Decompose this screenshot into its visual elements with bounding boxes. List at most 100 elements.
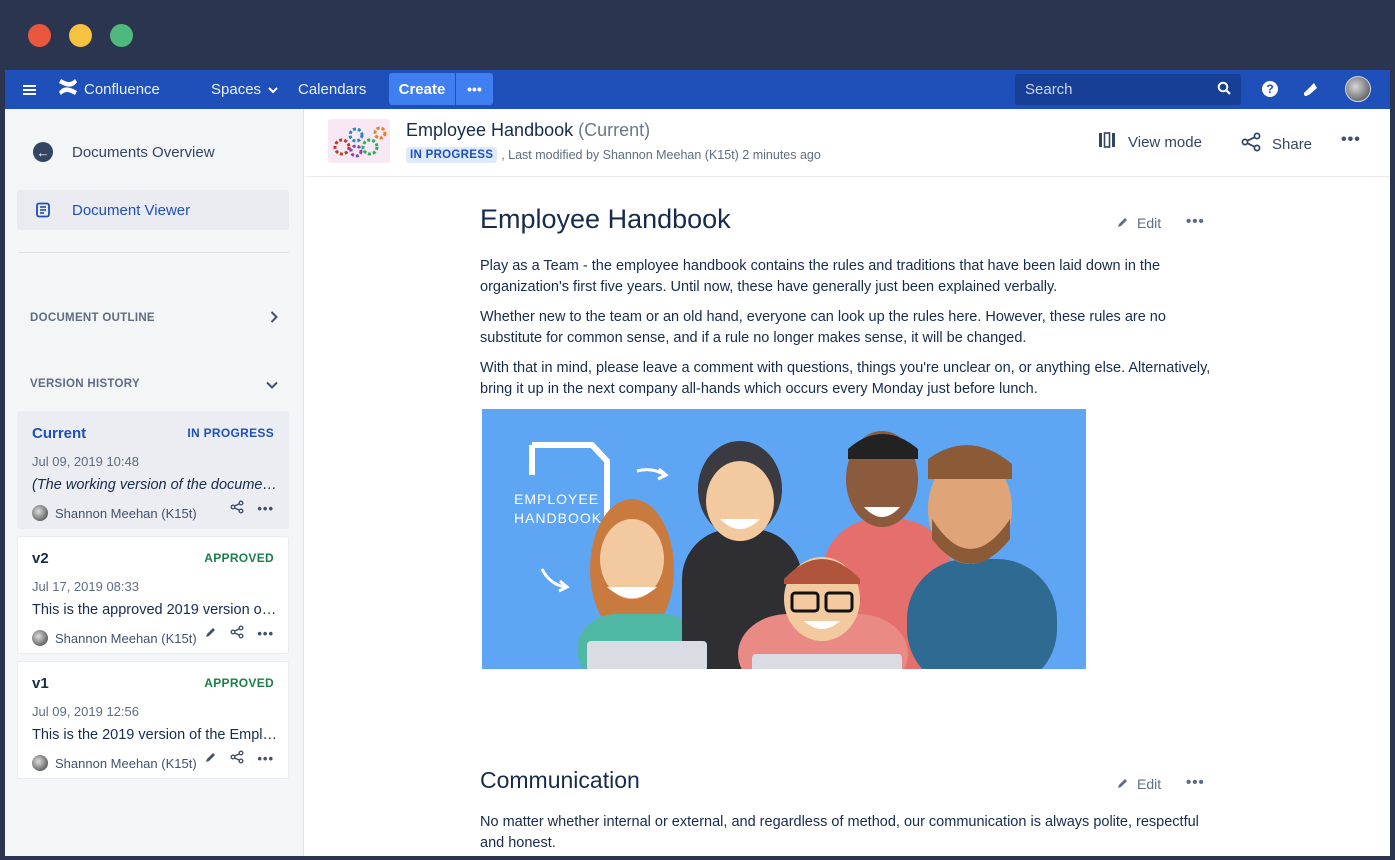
view-mode-button[interactable]: View mode	[1098, 132, 1202, 152]
document-outline-heading: DOCUMENT OUTLINE	[30, 312, 155, 324]
version-name: v1	[32, 675, 49, 692]
notifications-icon[interactable]	[1299, 78, 1321, 100]
version-name: v2	[32, 550, 49, 567]
page-header: Employee Handbook (Current) IN PROGRESS …	[305, 109, 1390, 177]
version-card-v2[interactable]: v2 APPROVED Jul 17, 2019 08:33 This is t…	[17, 536, 289, 654]
edit-section-button[interactable]: Edit	[1117, 215, 1161, 231]
zoom-window-button[interactable]	[110, 24, 133, 47]
document-viewer-label: Document Viewer	[72, 201, 191, 219]
sidebar-divider	[19, 252, 289, 253]
more-icon[interactable]: •••	[257, 751, 274, 766]
page-title: Employee Handbook (Current)	[406, 120, 650, 141]
page-title-text: Employee Handbook	[406, 120, 574, 140]
avatar	[32, 505, 48, 521]
status-badge: IN PROGRESS	[406, 147, 498, 163]
page-gears-icon	[328, 119, 390, 163]
chevron-right-icon	[270, 310, 278, 326]
version-card-current[interactable]: Current IN PROGRESS Jul 09, 2019 10:48 (…	[17, 411, 289, 529]
version-description: This is the approved 2019 version of the…	[32, 602, 278, 618]
back-arrow-icon: ←	[31, 142, 55, 162]
more-icon[interactable]: •••	[1341, 131, 1361, 149]
confluence-logo[interactable]: Confluence	[58, 70, 160, 109]
paragraph: Whether new to the team or an old hand, …	[480, 309, 1166, 346]
version-author: Shannon Meehan (K15t)	[32, 505, 197, 521]
sidebar: ← Documents Overview Document Viewer DOC…	[5, 109, 304, 856]
more-icon[interactable]: •••	[1186, 774, 1205, 791]
card-actions: •••	[204, 750, 274, 767]
pencil-icon[interactable]	[204, 626, 217, 642]
more-icon[interactable]: •••	[257, 626, 274, 641]
window-titlebar	[0, 0, 1395, 70]
app-window: Confluence Spaces Calendars Create ••• ?…	[5, 70, 1390, 856]
document-outline-toggle[interactable]: DOCUMENT OUTLINE	[30, 310, 278, 326]
search-icon[interactable]	[1217, 81, 1231, 99]
version-author: Shannon Meehan (K15t)	[32, 630, 197, 646]
page-meta: IN PROGRESS , Last modified by Shannon M…	[406, 147, 821, 163]
share-icon[interactable]	[230, 625, 244, 642]
version-description: This is the 2019 version of the Employee…	[32, 727, 278, 743]
close-window-button[interactable]	[28, 24, 51, 47]
search-box[interactable]	[1015, 74, 1241, 105]
help-icon[interactable]: ?	[1259, 78, 1281, 100]
create-button[interactable]: Create	[389, 73, 455, 105]
view-mode-icon	[1098, 132, 1116, 152]
card-actions: •••	[230, 500, 274, 517]
status-badge: APPROVED	[204, 551, 274, 565]
document-icon	[31, 202, 55, 218]
version-name: Current	[32, 425, 87, 442]
hero-text-handbook: HANDBOOK	[514, 510, 602, 526]
share-icon[interactable]	[230, 500, 244, 517]
avatar	[32, 755, 48, 771]
paragraph: No matter whether internal or external, …	[480, 814, 1199, 851]
status-badge: APPROVED	[204, 676, 274, 690]
section-heading: Employee Handbook	[480, 204, 731, 234]
create-more-button[interactable]: •••	[456, 73, 493, 105]
more-icon[interactable]: •••	[257, 501, 274, 516]
paragraph: Play as a Team - the employee handbook c…	[480, 258, 1161, 295]
spaces-menu[interactable]: Spaces	[211, 70, 278, 109]
menu-icon[interactable]	[23, 70, 39, 109]
version-card-v1[interactable]: v1 APPROVED Jul 09, 2019 12:56 This is t…	[17, 661, 289, 779]
edit-label: Edit	[1137, 215, 1162, 231]
search-input[interactable]	[1025, 81, 1205, 98]
spaces-label: Spaces	[211, 81, 262, 98]
version-date: Jul 09, 2019 12:56	[32, 704, 139, 719]
page-content: Employee Handbook Edit ••• Play as a Tea…	[305, 178, 1390, 856]
page-title-suffix: (Current)	[578, 120, 651, 140]
documents-overview-link[interactable]: ← Documents Overview	[17, 132, 289, 172]
author-name: Shannon Meehan (K15t)	[55, 630, 197, 646]
documents-overview-label: Documents Overview	[72, 143, 215, 161]
share-icon[interactable]	[230, 750, 244, 767]
share-label: Share	[1272, 135, 1313, 153]
more-icon: •••	[467, 81, 482, 97]
version-history-heading: VERSION HISTORY	[30, 378, 140, 390]
hero-text-employee: EMPLOYEE	[514, 491, 599, 507]
avatar	[32, 630, 48, 646]
confluence-icon	[58, 78, 78, 102]
author-name: Shannon Meehan (K15t)	[55, 505, 197, 521]
paragraph: With that in mind, please leave a commen…	[480, 360, 1211, 397]
calendars-link[interactable]: Calendars	[298, 70, 366, 109]
version-author: Shannon Meehan (K15t)	[32, 755, 197, 771]
version-date: Jul 09, 2019 10:48	[32, 454, 139, 469]
more-icon[interactable]: •••	[1186, 213, 1205, 230]
pencil-icon	[1117, 776, 1129, 792]
section-heading: Communication	[480, 767, 640, 793]
user-avatar[interactable]	[1345, 76, 1371, 102]
employee-handbook-illustration: EMPLOYEE HANDBOOK	[482, 409, 1086, 669]
share-button[interactable]: Share	[1241, 132, 1312, 156]
brand-name: Confluence	[84, 81, 160, 98]
minimize-window-button[interactable]	[69, 24, 92, 47]
chevron-down-icon	[266, 376, 278, 392]
version-date: Jul 17, 2019 08:33	[32, 579, 139, 594]
version-description: (The working version of the document)	[32, 477, 278, 493]
pencil-icon	[1117, 215, 1129, 231]
card-actions: •••	[204, 625, 274, 642]
version-history-toggle[interactable]: VERSION HISTORY	[30, 376, 278, 392]
edit-section-button[interactable]: Edit	[1117, 776, 1161, 792]
chevron-down-icon	[268, 81, 278, 98]
document-viewer-link[interactable]: Document Viewer	[17, 190, 289, 230]
status-badge: IN PROGRESS	[187, 426, 274, 440]
share-icon	[1241, 132, 1261, 156]
pencil-icon[interactable]	[204, 751, 217, 767]
